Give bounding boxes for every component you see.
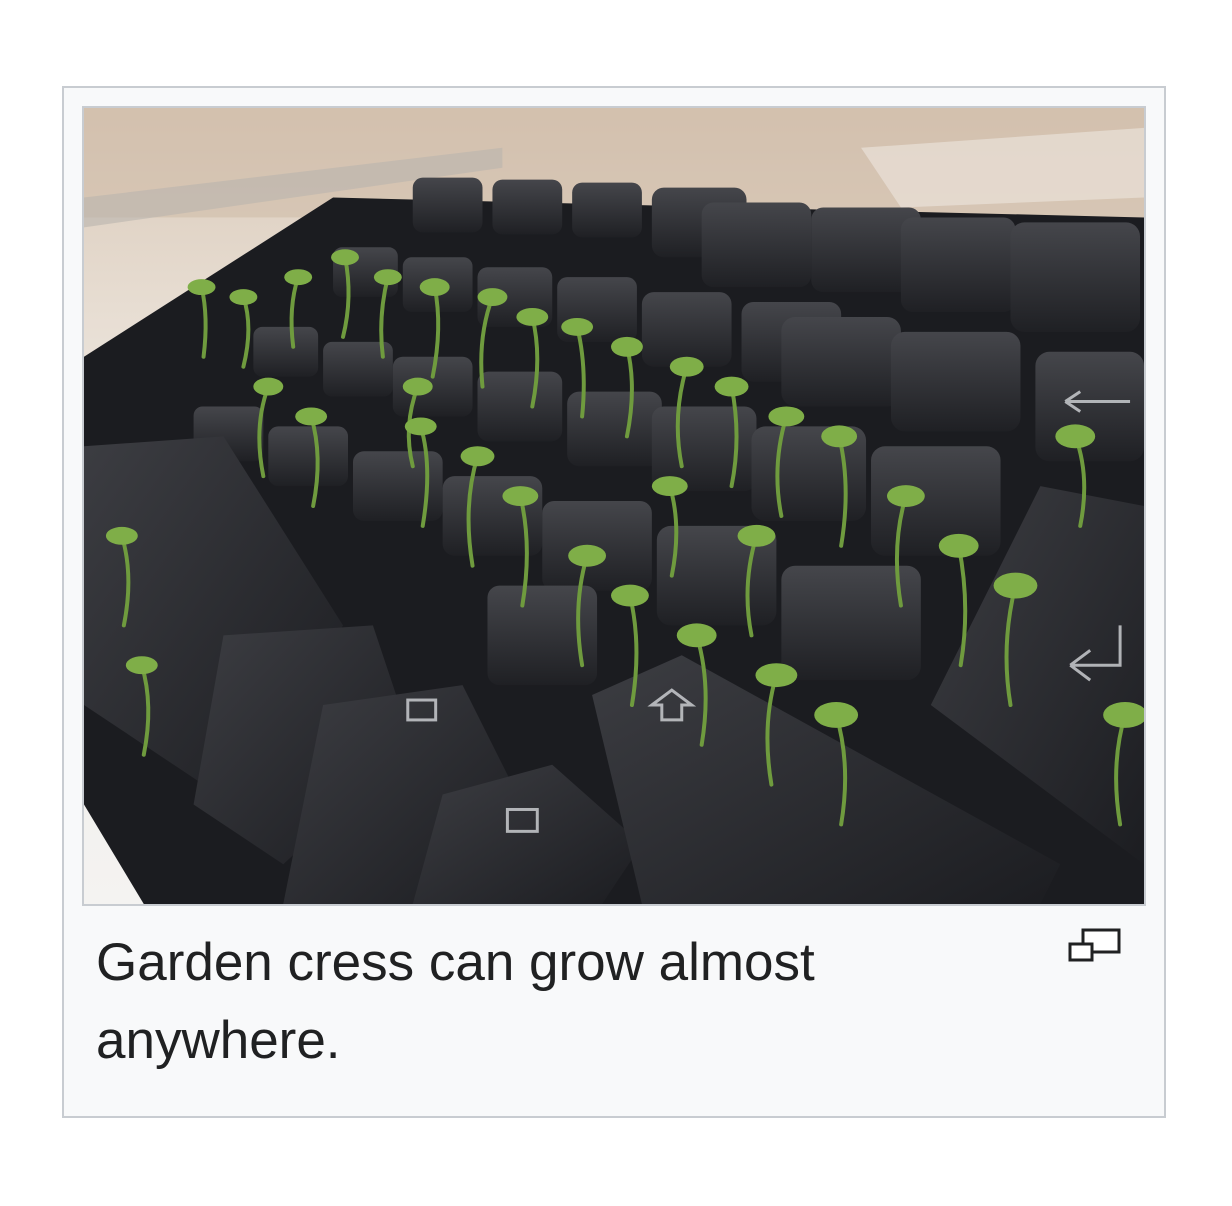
keyboard-cress-illustration: [84, 108, 1144, 904]
keyboard-cress-photo[interactable]: [82, 106, 1146, 906]
image-caption: Garden cress can grow almost anywhere.: [96, 933, 815, 1070]
enlarge-icon[interactable]: [1068, 928, 1122, 964]
image-thumbnail-frame: Garden cress can grow almost anywhere.: [62, 86, 1166, 1118]
